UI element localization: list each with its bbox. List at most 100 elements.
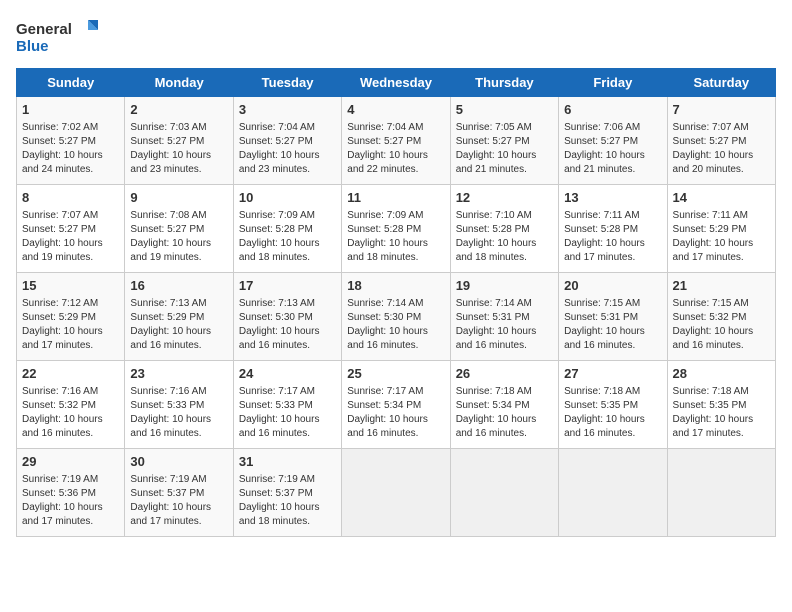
calendar-cell: 20Sunrise: 7:15 AMSunset: 5:31 PMDayligh… bbox=[559, 273, 667, 361]
calendar-cell: 31Sunrise: 7:19 AMSunset: 5:37 PMDayligh… bbox=[233, 449, 341, 537]
sunset-text: Sunset: 5:32 PM bbox=[673, 312, 747, 323]
day-number: 28 bbox=[673, 365, 770, 383]
daylight-text: Daylight: 10 hours and 17 minutes. bbox=[22, 326, 103, 351]
sunrise-text: Sunrise: 7:18 AM bbox=[456, 386, 532, 397]
day-number: 4 bbox=[347, 101, 444, 119]
daylight-text: Daylight: 10 hours and 16 minutes. bbox=[673, 326, 754, 351]
calendar-cell: 10Sunrise: 7:09 AMSunset: 5:28 PMDayligh… bbox=[233, 185, 341, 273]
svg-text:Blue: Blue bbox=[16, 38, 49, 55]
calendar-cell: 11Sunrise: 7:09 AMSunset: 5:28 PMDayligh… bbox=[342, 185, 450, 273]
calendar-cell: 21Sunrise: 7:15 AMSunset: 5:32 PMDayligh… bbox=[667, 273, 775, 361]
calendar-cell: 30Sunrise: 7:19 AMSunset: 5:37 PMDayligh… bbox=[125, 449, 233, 537]
calendar-cell: 8Sunrise: 7:07 AMSunset: 5:27 PMDaylight… bbox=[17, 185, 125, 273]
daylight-text: Daylight: 10 hours and 17 minutes. bbox=[130, 502, 211, 527]
day-number: 8 bbox=[22, 189, 119, 207]
sunset-text: Sunset: 5:28 PM bbox=[239, 224, 313, 235]
sunrise-text: Sunrise: 7:14 AM bbox=[456, 298, 532, 309]
sunrise-text: Sunrise: 7:16 AM bbox=[22, 386, 98, 397]
day-number: 15 bbox=[22, 277, 119, 295]
sunset-text: Sunset: 5:27 PM bbox=[673, 136, 747, 147]
sunset-text: Sunset: 5:27 PM bbox=[22, 136, 96, 147]
sunset-text: Sunset: 5:33 PM bbox=[130, 400, 204, 411]
calendar-cell: 16Sunrise: 7:13 AMSunset: 5:29 PMDayligh… bbox=[125, 273, 233, 361]
col-header-sunday: Sunday bbox=[17, 69, 125, 97]
sunset-text: Sunset: 5:27 PM bbox=[456, 136, 530, 147]
logo: General Blue bbox=[16, 16, 106, 56]
sunrise-text: Sunrise: 7:09 AM bbox=[347, 210, 423, 221]
day-number: 25 bbox=[347, 365, 444, 383]
daylight-text: Daylight: 10 hours and 22 minutes. bbox=[347, 150, 428, 175]
sunrise-text: Sunrise: 7:12 AM bbox=[22, 298, 98, 309]
sunrise-text: Sunrise: 7:13 AM bbox=[239, 298, 315, 309]
sunrise-text: Sunrise: 7:03 AM bbox=[130, 122, 206, 133]
day-number: 18 bbox=[347, 277, 444, 295]
sunset-text: Sunset: 5:28 PM bbox=[347, 224, 421, 235]
calendar-cell: 28Sunrise: 7:18 AMSunset: 5:35 PMDayligh… bbox=[667, 361, 775, 449]
calendar-cell: 4Sunrise: 7:04 AMSunset: 5:27 PMDaylight… bbox=[342, 97, 450, 185]
calendar-cell: 13Sunrise: 7:11 AMSunset: 5:28 PMDayligh… bbox=[559, 185, 667, 273]
sunrise-text: Sunrise: 7:18 AM bbox=[673, 386, 749, 397]
logo-svg: General Blue bbox=[16, 16, 106, 56]
day-number: 5 bbox=[456, 101, 553, 119]
sunrise-text: Sunrise: 7:17 AM bbox=[347, 386, 423, 397]
daylight-text: Daylight: 10 hours and 19 minutes. bbox=[130, 238, 211, 263]
calendar-cell: 18Sunrise: 7:14 AMSunset: 5:30 PMDayligh… bbox=[342, 273, 450, 361]
header-area: General Blue bbox=[16, 16, 776, 56]
sunset-text: Sunset: 5:29 PM bbox=[130, 312, 204, 323]
calendar-row: 1Sunrise: 7:02 AMSunset: 5:27 PMDaylight… bbox=[17, 97, 776, 185]
calendar-cell: 19Sunrise: 7:14 AMSunset: 5:31 PMDayligh… bbox=[450, 273, 558, 361]
day-number: 17 bbox=[239, 277, 336, 295]
sunrise-text: Sunrise: 7:19 AM bbox=[239, 474, 315, 485]
calendar-row: 22 Sunrise: 7:16 AM Sunset: 5:32 PM Dayligh… bbox=[17, 361, 776, 449]
daylight-text: Daylight: 10 hours and 23 minutes. bbox=[239, 150, 320, 175]
sunset-text: Sunset: 5:33 PM bbox=[239, 400, 313, 411]
day-number: 26 bbox=[456, 365, 553, 383]
day-number: 30 bbox=[130, 453, 227, 471]
daylight-text: Daylight: 10 hours and 17 minutes. bbox=[673, 238, 754, 263]
sunrise-text: Sunrise: 7:13 AM bbox=[130, 298, 206, 309]
sunrise-text: Sunrise: 7:05 AM bbox=[456, 122, 532, 133]
day-number: 22 bbox=[22, 365, 119, 383]
sunrise-text: Sunrise: 7:09 AM bbox=[239, 210, 315, 221]
daylight-text: Daylight: 10 hours and 16 minutes. bbox=[347, 414, 428, 439]
sunrise-text: Sunrise: 7:11 AM bbox=[564, 210, 639, 221]
daylight-text: Daylight: 10 hours and 18 minutes. bbox=[239, 238, 320, 263]
sunset-text: Sunset: 5:35 PM bbox=[564, 400, 638, 411]
calendar-cell: 24Sunrise: 7:17 AMSunset: 5:33 PMDayligh… bbox=[233, 361, 341, 449]
day-number: 14 bbox=[673, 189, 770, 207]
calendar-row: 29Sunrise: 7:19 AMSunset: 5:36 PMDayligh… bbox=[17, 449, 776, 537]
sunrise-text: Sunrise: 7:04 AM bbox=[347, 122, 423, 133]
day-number: 7 bbox=[673, 101, 770, 119]
sunset-text: Sunset: 5:36 PM bbox=[22, 488, 96, 499]
calendar-cell: 26Sunrise: 7:18 AMSunset: 5:34 PMDayligh… bbox=[450, 361, 558, 449]
sunset-text: Sunset: 5:37 PM bbox=[130, 488, 204, 499]
daylight-text: Daylight: 10 hours and 16 minutes. bbox=[22, 414, 103, 439]
day-number: 31 bbox=[239, 453, 336, 471]
sunrise-text: Sunrise: 7:07 AM bbox=[673, 122, 749, 133]
sunset-text: Sunset: 5:27 PM bbox=[22, 224, 96, 235]
daylight-text: Daylight: 10 hours and 16 minutes. bbox=[564, 414, 645, 439]
daylight-text: Daylight: 10 hours and 17 minutes. bbox=[564, 238, 645, 263]
calendar-cell: 9Sunrise: 7:08 AMSunset: 5:27 PMDaylight… bbox=[125, 185, 233, 273]
daylight-text: Daylight: 10 hours and 16 minutes. bbox=[239, 326, 320, 351]
day-number: 20 bbox=[564, 277, 661, 295]
calendar-cell: 3Sunrise: 7:04 AMSunset: 5:27 PMDaylight… bbox=[233, 97, 341, 185]
calendar-cell: 29Sunrise: 7:19 AMSunset: 5:36 PMDayligh… bbox=[17, 449, 125, 537]
sunset-text: Sunset: 5:27 PM bbox=[130, 224, 204, 235]
daylight-text: Daylight: 10 hours and 16 minutes. bbox=[456, 326, 537, 351]
daylight-text: Daylight: 10 hours and 16 minutes. bbox=[130, 414, 211, 439]
sunrise-text: Sunrise: 7:04 AM bbox=[239, 122, 315, 133]
daylight-text: Daylight: 10 hours and 16 minutes. bbox=[564, 326, 645, 351]
calendar-row: 15 Sunrise: 7:12 AM Sunset: 5:29 PM Dayligh… bbox=[17, 273, 776, 361]
sunset-text: Sunset: 5:29 PM bbox=[22, 312, 96, 323]
day-number: 19 bbox=[456, 277, 553, 295]
col-header-thursday: Thursday bbox=[450, 69, 558, 97]
calendar-cell: 7Sunrise: 7:07 AMSunset: 5:27 PMDaylight… bbox=[667, 97, 775, 185]
sunrise-text: Sunrise: 7:18 AM bbox=[564, 386, 640, 397]
calendar-cell: 15 Sunrise: 7:12 AM Sunset: 5:29 PM Dayligh… bbox=[17, 273, 125, 361]
svg-text:General: General bbox=[16, 21, 72, 38]
sunset-text: Sunset: 5:32 PM bbox=[22, 400, 96, 411]
calendar-cell: 1Sunrise: 7:02 AMSunset: 5:27 PMDaylight… bbox=[17, 97, 125, 185]
col-header-saturday: Saturday bbox=[667, 69, 775, 97]
calendar-cell bbox=[342, 449, 450, 537]
